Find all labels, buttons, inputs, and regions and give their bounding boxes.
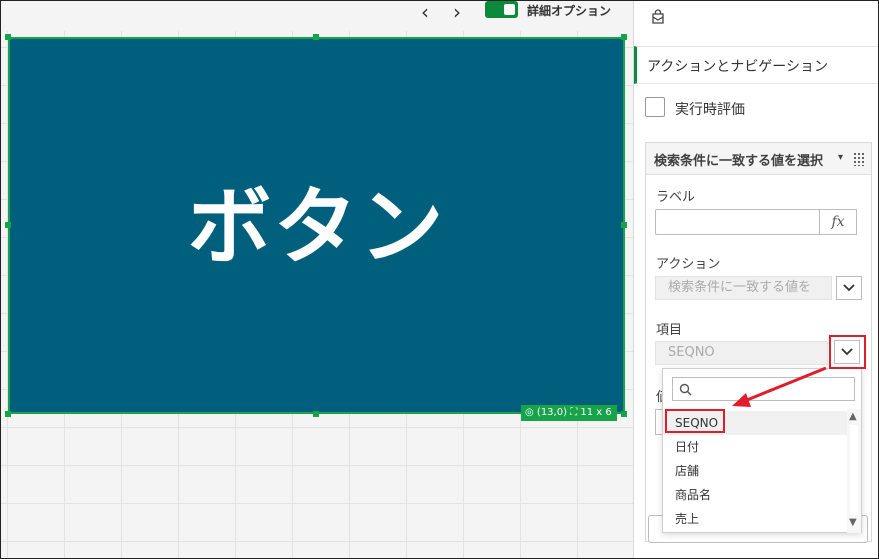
resize-handle[interactable] [313, 34, 319, 40]
action-card-header[interactable]: 検索条件に一致する値を選択 ▾ [646, 143, 871, 175]
toggle-knob [504, 4, 515, 15]
chevron-down-icon[interactable]: ▾ [838, 152, 843, 163]
dropdown-option[interactable]: 店舗 [663, 459, 847, 483]
dropdown-option[interactable]: 日付 [663, 435, 847, 459]
section-actions-navigation[interactable]: アクションとナビゲーション [634, 46, 878, 84]
runtime-eval-label: 実行時評価 [675, 102, 745, 118]
label-input[interactable] [655, 209, 820, 235]
canvas-toolbar: ‹ › 詳細オプション [1, 1, 633, 31]
highlight-box-dropdown [829, 335, 866, 369]
scroll-up-icon[interactable]: ▲ [849, 411, 857, 422]
resize-handle[interactable] [5, 34, 11, 40]
action-dropdown-button[interactable] [836, 276, 862, 300]
resize-handle[interactable] [5, 222, 11, 228]
button-object[interactable]: ボタン [8, 37, 625, 414]
resize-handle[interactable] [621, 34, 627, 40]
action-field-title: アクション [656, 257, 721, 272]
section-title: アクションとナビゲーション [647, 59, 829, 75]
position-text: (13,0) [536, 407, 567, 418]
dropdown-scrollbar[interactable]: ▲ ▼ [847, 409, 861, 533]
dropdown-option[interactable]: 商品名 [663, 483, 847, 507]
dropdown-option[interactable]: 売上 [663, 507, 847, 531]
runtime-eval-checkbox[interactable] [645, 97, 665, 117]
drag-grip-icon[interactable] [853, 152, 865, 166]
size-text: 11 x 6 [580, 407, 612, 418]
button-object-text: ボタン [187, 178, 446, 276]
resize-handle[interactable] [621, 411, 627, 417]
advanced-options-toggle[interactable] [485, 1, 518, 18]
target-icon: ◎ [525, 407, 534, 418]
resize-handle[interactable] [5, 411, 11, 417]
chevron-down-icon [843, 284, 855, 292]
size-icon: ⛶ [570, 407, 578, 418]
resize-handle[interactable] [621, 222, 627, 228]
resize-handle[interactable] [313, 411, 319, 417]
shopping-bag-icon[interactable] [650, 9, 666, 25]
field-select[interactable]: SEQNO [655, 341, 828, 365]
advanced-options-label: 詳細オプション [527, 4, 612, 18]
scroll-thumb[interactable] [850, 425, 858, 515]
scroll-down-icon[interactable]: ▼ [849, 517, 857, 528]
action-card-title: 検索条件に一致する値を選択 [654, 154, 824, 169]
dropdown-search-input[interactable] [672, 377, 855, 401]
field-dropdown-list: SEQNO 日付 店舗 商品名 売上 ▲ ▼ [662, 368, 862, 533]
expression-button[interactable]: fx [819, 209, 857, 235]
field-select-title: 項目 [656, 323, 683, 338]
action-select[interactable]: 検索条件に一致する値を [655, 276, 832, 300]
next-arrow-icon[interactable]: › [447, 2, 467, 23]
previous-arrow-icon[interactable]: ‹ [415, 2, 435, 23]
highlight-box-option [665, 409, 725, 433]
object-position-badge: ◎ (13,0) ⛶ 11 x 6 [521, 405, 617, 421]
label-field-title: ラベル [656, 190, 696, 205]
search-icon [679, 383, 692, 396]
